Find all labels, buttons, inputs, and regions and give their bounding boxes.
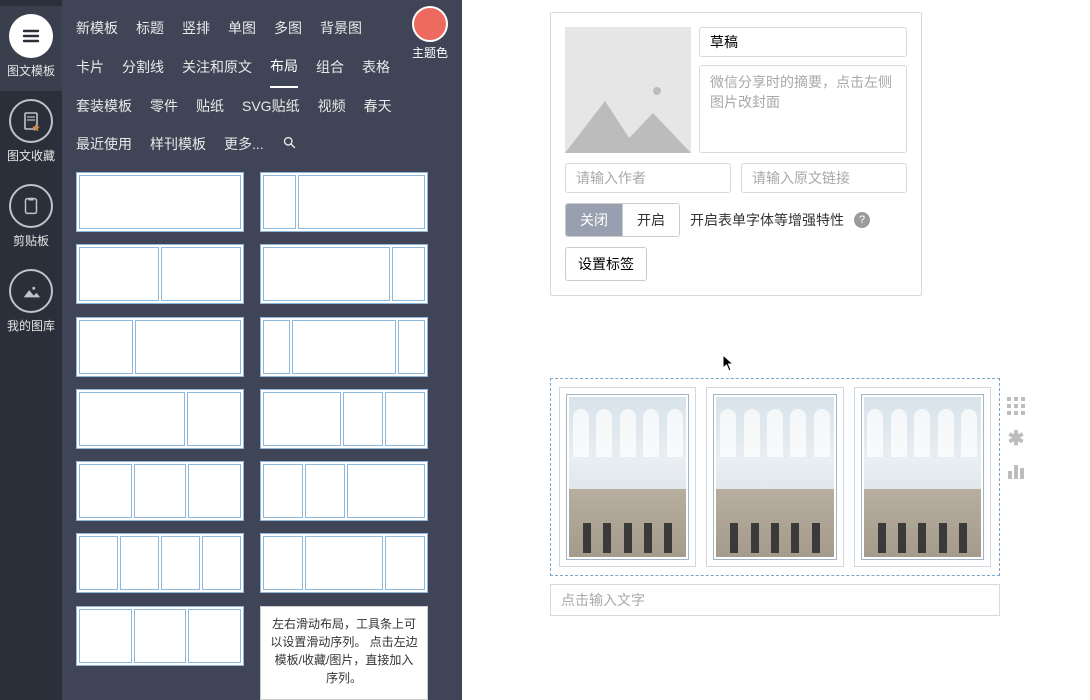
asterisk-icon[interactable]: ✱ (1006, 428, 1026, 448)
cover-image-placeholder[interactable] (565, 27, 691, 153)
tab-sample[interactable]: 样刊模板 (150, 126, 206, 164)
theme-color-picker[interactable]: 主题色 (406, 6, 454, 61)
photo-placeholder (716, 397, 833, 557)
tab-multi-image[interactable]: 多图 (274, 10, 302, 48)
tab-title[interactable]: 标题 (136, 10, 164, 48)
layout-1-2-1[interactable] (260, 533, 428, 593)
layout-3col[interactable] (76, 461, 244, 521)
layout-strip-right[interactable] (260, 244, 428, 304)
template-panel: 主题色 新模板 标题 竖排 单图 多图 背景图 卡片 分割线 关注和原文 布局 … (62, 0, 462, 700)
rail-item-templates[interactable]: 图文模板 (0, 6, 62, 91)
rail-item-favorites[interactable]: 图文收藏 (0, 91, 62, 176)
image-slot-2[interactable] (706, 387, 843, 567)
search-icon[interactable] (282, 127, 297, 163)
layout-tooltip: 左右滑动布局，工具条上可以设置滑动序列。 点击左边模板/收藏/图片，直接加入序列… (260, 606, 428, 700)
theme-color-dot (412, 6, 448, 42)
tab-single-image[interactable]: 单图 (228, 10, 256, 48)
three-image-block[interactable] (550, 378, 1000, 576)
tab-vertical[interactable]: 竖排 (182, 10, 210, 48)
rail-label: 图文收藏 (0, 147, 62, 164)
tab-parts[interactable]: 零件 (150, 88, 178, 126)
article-meta-card: 关闭 开启 开启表单字体等增强特性 ? 设置标签 (550, 12, 922, 296)
block-side-tools: ✱ (1006, 396, 1026, 480)
tab-video[interactable]: 视频 (318, 88, 346, 126)
rail-item-gallery[interactable]: 我的图库 (0, 261, 62, 346)
layout-1col[interactable] (76, 172, 244, 232)
theme-color-label: 主题色 (406, 44, 454, 61)
grid-icon[interactable] (1006, 396, 1026, 416)
left-rail: 图文模板 图文收藏 剪贴板 我的图库 (0, 0, 62, 700)
tab-set[interactable]: 套装模板 (76, 88, 132, 126)
layout-2col[interactable] (76, 244, 244, 304)
layout-strip-both[interactable] (260, 317, 428, 377)
image-slot-3[interactable] (854, 387, 991, 567)
layout-grid: 左右滑动布局，工具条上可以设置滑动序列。 点击左边模板/收藏/图片，直接加入序列… (62, 164, 462, 700)
tab-follow[interactable]: 关注和原文 (182, 49, 252, 87)
set-tags-button[interactable]: 设置标签 (565, 247, 647, 281)
tab-background[interactable]: 背景图 (320, 10, 362, 48)
summary-input[interactable] (699, 65, 907, 153)
gallery-icon (9, 269, 53, 313)
bars-icon[interactable] (1006, 460, 1026, 480)
tab-svg-stickers[interactable]: SVG贴纸 (242, 88, 300, 126)
tab-card[interactable]: 卡片 (76, 49, 104, 87)
rail-item-clipboard[interactable]: 剪贴板 (0, 176, 62, 261)
photo-placeholder (864, 397, 981, 557)
layout-4col[interactable] (76, 533, 244, 593)
clipboard-icon (9, 184, 53, 228)
title-input[interactable] (699, 27, 907, 57)
page-star-icon (9, 99, 53, 143)
tab-layout[interactable]: 布局 (270, 48, 298, 88)
image-slot-1[interactable] (559, 387, 696, 567)
tab-combo[interactable]: 组合 (316, 49, 344, 87)
cursor-icon (722, 354, 736, 377)
layout-2-1[interactable] (76, 389, 244, 449)
tab-new-template[interactable]: 新模板 (76, 10, 118, 48)
toggle-off[interactable]: 关闭 (566, 204, 622, 236)
layout-2-1-1[interactable] (260, 389, 428, 449)
tab-spring[interactable]: 春天 (364, 88, 392, 126)
menu-icon (9, 14, 53, 58)
category-tabs: 新模板 标题 竖排 单图 多图 背景图 卡片 分割线 关注和原文 布局 组合 表… (62, 0, 462, 164)
enhance-label: 开启表单字体等增强特性 (690, 210, 844, 230)
layout-1-1-2[interactable] (260, 461, 428, 521)
toggle-on[interactable]: 开启 (622, 204, 679, 236)
rail-label: 图文模板 (0, 62, 62, 79)
editor-area: 关闭 开启 开启表单字体等增强特性 ? 设置标签 (462, 0, 1090, 700)
photo-placeholder (569, 397, 686, 557)
help-icon[interactable]: ? (854, 212, 870, 228)
enhance-toggle: 关闭 开启 (565, 203, 680, 237)
tab-table[interactable]: 表格 (362, 49, 390, 87)
rail-label: 我的图库 (0, 317, 62, 334)
rail-label: 剪贴板 (0, 232, 62, 249)
layout-strip-left[interactable] (260, 172, 428, 232)
layout-3col-b[interactable] (76, 606, 244, 666)
tab-stickers[interactable]: 贴纸 (196, 88, 224, 126)
author-input[interactable] (565, 163, 731, 193)
caption-input[interactable] (550, 584, 1000, 616)
source-url-input[interactable] (741, 163, 907, 193)
tab-recent[interactable]: 最近使用 (76, 126, 132, 164)
tab-divider[interactable]: 分割线 (122, 49, 164, 87)
tab-more[interactable]: 更多... (224, 126, 264, 164)
layout-1-2[interactable] (76, 317, 244, 377)
